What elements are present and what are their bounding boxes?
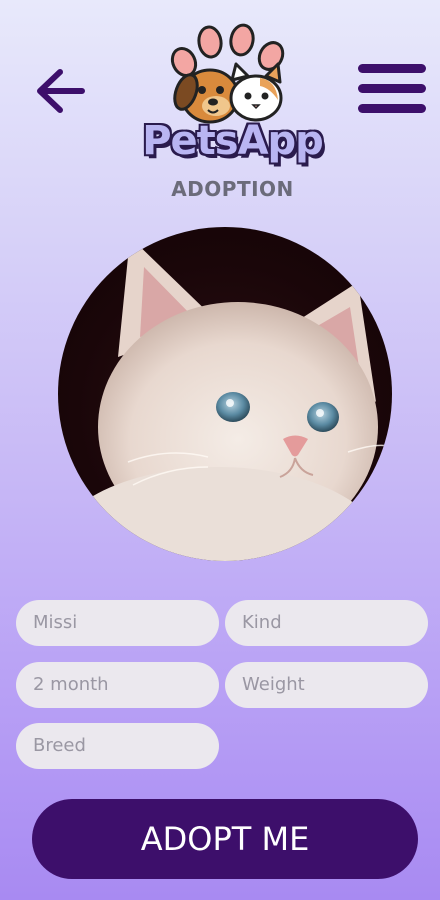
app-logo-subtitle: ADOPTION: [171, 177, 294, 201]
pet-photo: [58, 227, 392, 561]
weight-field[interactable]: Weight: [225, 662, 428, 708]
age-field[interactable]: 2 month: [16, 662, 219, 708]
app-logo-text: PetsApp: [142, 118, 324, 164]
back-button[interactable]: [34, 64, 88, 118]
app-logo: PetsApp ADOPTION: [120, 14, 345, 201]
kitten-photo: [58, 237, 392, 561]
breed-field[interactable]: Breed: [16, 723, 219, 769]
arrow-left-icon: [37, 69, 85, 113]
menu-button[interactable]: [358, 64, 426, 118]
hamburger-menu-icon: [358, 64, 426, 113]
adopt-me-button[interactable]: ADOPT ME: [32, 799, 418, 879]
pet-name-field[interactable]: Missi: [16, 600, 219, 646]
kind-field[interactable]: Kind: [225, 600, 428, 646]
